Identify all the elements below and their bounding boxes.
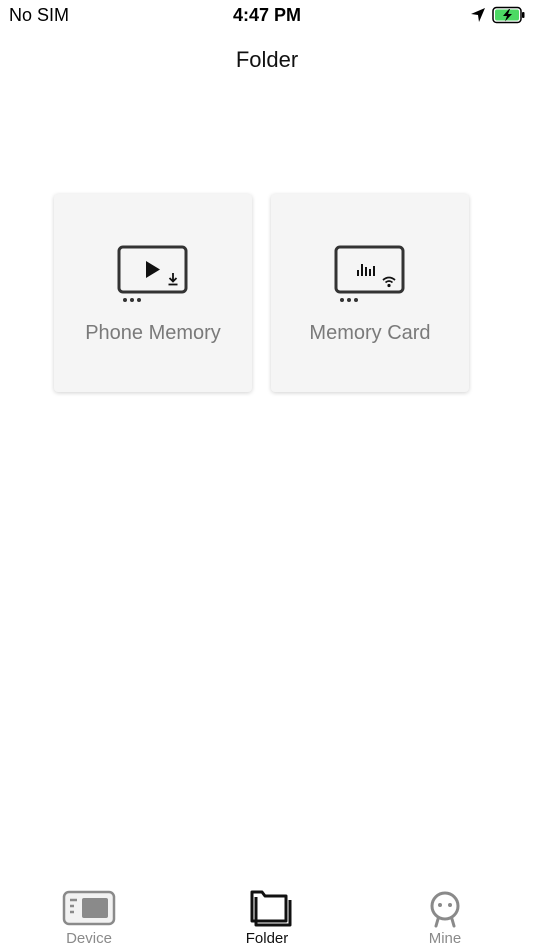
- screen: No SIM 4:47 PM Folder Phone Memory Memor…: [0, 0, 534, 950]
- page-title: Folder: [235, 47, 299, 72]
- audio-wifi-icon: [334, 245, 405, 302]
- tab-folder-label: Folder: [245, 930, 289, 947]
- profile-icon: [430, 891, 460, 928]
- phone-memory-label: Phone Memory: [85, 322, 221, 344]
- tab-folder[interactable]: Folder: [178, 878, 356, 950]
- phone-memory-card[interactable]: Phone Memory: [54, 194, 252, 392]
- tab-mine-label: Mine: [428, 930, 462, 947]
- memory-card-card[interactable]: Memory Card: [271, 194, 469, 392]
- folder-icon: [250, 890, 292, 927]
- status-indicators: [470, 5, 526, 25]
- status-bar: No SIM 4:47 PM: [0, 0, 534, 30]
- location-arrow-icon: [471, 8, 485, 22]
- tab-device[interactable]: Device: [0, 878, 178, 950]
- video-download-icon: [117, 245, 188, 302]
- memory-card-label: Memory Card: [309, 322, 431, 344]
- tab-device-label: Device: [66, 930, 112, 947]
- device-icon: [62, 890, 116, 926]
- battery-charging-icon: [492, 6, 525, 24]
- tab-mine[interactable]: Mine: [356, 878, 534, 950]
- tab-bar: Device Folder Mine: [0, 878, 534, 950]
- clock-time: 4:47 PM: [232, 5, 302, 25]
